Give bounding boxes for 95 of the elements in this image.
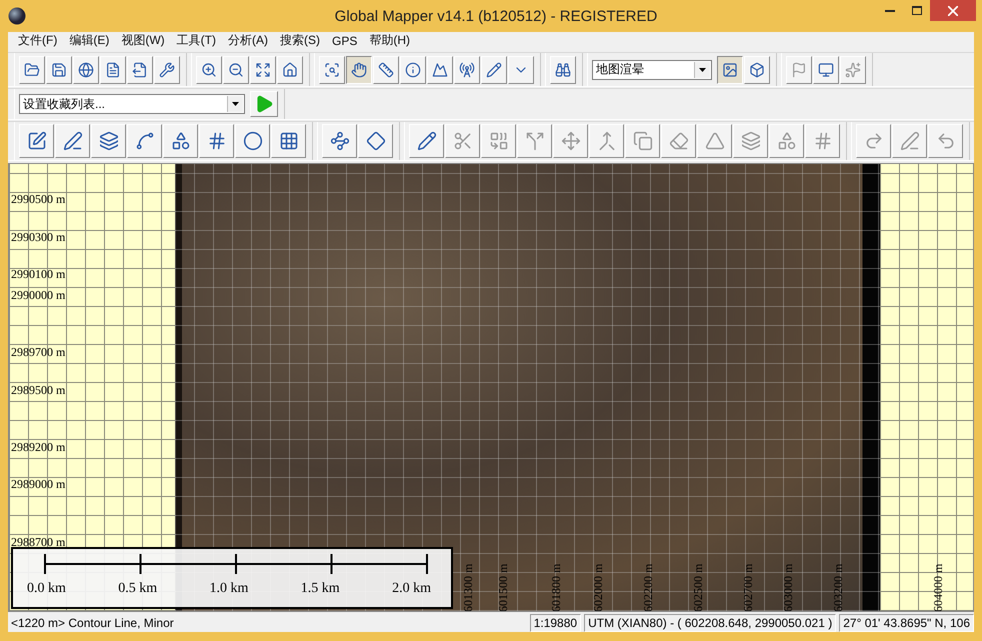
- info-icon: [405, 62, 421, 78]
- pencil-icon: [486, 62, 502, 78]
- spline-icon: [134, 130, 154, 151]
- status-message: <1220 m> Contour Line, Minor: [10, 616, 175, 630]
- expand-icon: [255, 62, 271, 78]
- layers-icon: [740, 130, 760, 151]
- sparkles-icon: [845, 62, 861, 78]
- easting-label: 602700 m: [741, 563, 756, 611]
- northing-label: 2989500 m: [11, 382, 66, 398]
- shapes-icon: [170, 130, 190, 151]
- binoculars-icon: [555, 62, 571, 78]
- circle-icon: [242, 130, 262, 151]
- landscape-image-icon: [722, 62, 738, 78]
- northing-label: 2989000 m: [11, 476, 66, 492]
- pen-line-icon: [62, 130, 82, 151]
- northing-label: 2989200 m: [11, 440, 66, 455]
- combine-icon: [488, 130, 508, 151]
- pen-line-icon: [900, 130, 920, 151]
- home-icon: [282, 62, 298, 78]
- folder-icon: [24, 62, 40, 78]
- scale-label: 0.5 km: [118, 581, 158, 597]
- pencil-square-icon: [26, 130, 46, 151]
- easting-label: 603000 m: [781, 563, 796, 611]
- document-icon: [105, 62, 121, 78]
- dropdown-field[interactable]: 设置收藏列表...: [19, 94, 245, 114]
- file-export-icon: [132, 62, 148, 78]
- geographic-readout: 27° 01' 43.8695" N, 106: [839, 614, 974, 632]
- menu-item[interactable]: 文件(F): [12, 32, 64, 50]
- menu-item[interactable]: 帮助(H): [363, 32, 416, 50]
- globe-icon: [78, 62, 94, 78]
- dropdown-arrow-icon: [699, 68, 706, 72]
- easting-label: 601300 m: [461, 563, 476, 611]
- northing-label: 2990100 m: [11, 266, 66, 282]
- scale-label: 1.0 km: [210, 581, 248, 597]
- easting-label: 601500 m: [496, 563, 511, 611]
- close-icon: [948, 6, 958, 16]
- grid-icon: [278, 130, 298, 151]
- undo-arrow-icon: [936, 130, 956, 151]
- easting-label: 601800 m: [549, 563, 564, 611]
- menu-item[interactable]: 视图(W): [115, 32, 171, 50]
- flag-icon: [791, 62, 807, 78]
- menu-item[interactable]: 编辑(E): [63, 32, 116, 50]
- cube-icon: [749, 62, 765, 78]
- easting-label: 604000 m: [931, 563, 946, 611]
- menu-item[interactable]: 工具(T): [170, 32, 222, 50]
- scissors-icon: [452, 130, 472, 151]
- pencil-icon: [416, 130, 436, 151]
- split-icon: [524, 130, 544, 151]
- maximize-icon: [912, 6, 922, 15]
- ruler-icon: [378, 62, 394, 78]
- zoom-box-icon: [324, 62, 340, 78]
- hash-icon: [206, 130, 226, 151]
- map-scale-readout: 1:19880: [530, 614, 582, 632]
- waypoints-icon: [330, 130, 350, 151]
- easting-label: 602000 m: [591, 563, 606, 611]
- northing-label: 2990000 m: [11, 288, 66, 303]
- northing-label: 2988700 m: [11, 534, 66, 550]
- wrench-icon: [159, 62, 175, 78]
- menu-item[interactable]: 分析(A): [222, 32, 274, 50]
- zoom-out-icon: [228, 62, 244, 78]
- dropdown-arrow-icon: [232, 102, 239, 106]
- menu-item[interactable]: 搜索(S): [274, 32, 326, 50]
- mountain-icon: [432, 62, 448, 78]
- easting-label: 602200 m: [641, 563, 656, 611]
- copy-icon: [632, 130, 652, 151]
- toolbar-button[interactable]: [717, 56, 743, 84]
- scale-label: 2.0 km: [392, 581, 431, 597]
- northing-label: 2989700 m: [11, 344, 66, 360]
- merge-icon: [596, 130, 616, 151]
- move-icon: [560, 130, 580, 151]
- dropdown-field[interactable]: 地图渲晕: [592, 60, 712, 80]
- redo-arrow-icon: [864, 130, 884, 151]
- zoom-in-icon: [201, 62, 217, 78]
- scale-label: 0.0 km: [27, 581, 66, 597]
- close-button[interactable]: [930, 0, 976, 21]
- globe-app-icon: [8, 7, 26, 25]
- layers-icon: [98, 130, 118, 151]
- eraser-icon: [668, 130, 688, 151]
- hand-icon: [351, 62, 367, 78]
- shapes-icon: [776, 130, 796, 151]
- toolbar-button[interactable]: [346, 56, 372, 84]
- scale-label: 1.5 km: [300, 581, 340, 597]
- window-title: Global Mapper v14.1 (b120512) - REGISTERED: [334, 8, 658, 24]
- diamond-icon: [366, 130, 386, 151]
- northing-label: 2990500 m: [11, 192, 66, 207]
- easting-label: 602500 m: [691, 563, 706, 611]
- northing-label: 2990300 m: [11, 230, 66, 245]
- menu-item[interactable]: GPS: [326, 34, 364, 48]
- easting-label: 603200 m: [831, 563, 846, 611]
- hash-icon: [812, 130, 832, 151]
- monitor-icon: [818, 62, 834, 78]
- minimize-icon: [884, 10, 894, 12]
- tower-icon: [459, 62, 475, 78]
- coordinates-readout: UTM (XIAN80) - ( 602208.648, 2990050.021 ): [584, 614, 836, 632]
- triangle-icon: [704, 130, 724, 151]
